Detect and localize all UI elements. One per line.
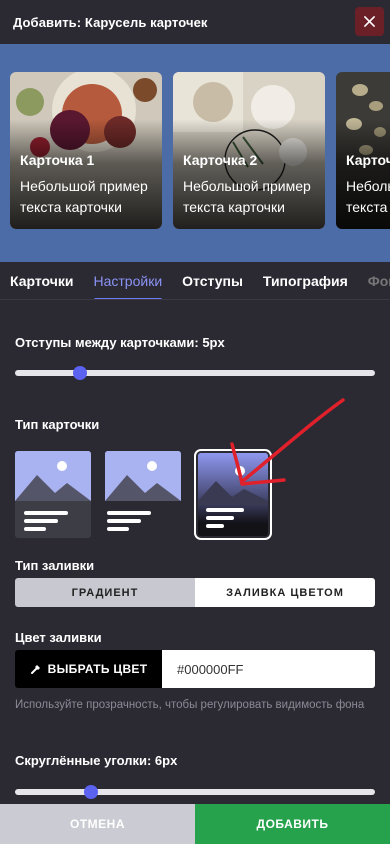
add-button[interactable]: ДОБАВИТЬ [195,804,390,844]
radius-slider[interactable] [15,785,375,799]
carousel-card[interactable]: Карточка 1 Небольшой пример текста карто… [10,72,162,229]
card-text: Небольшой пример текста карточки [183,178,311,215]
card-text: Небольшой пример текста карточки [20,178,148,215]
carousel-preview: Карточка 1 Небольшой пример текста карто… [0,44,390,262]
card-type-option-1[interactable] [15,451,91,538]
fill-type-toggle: ГРАДИЕНТ ЗАЛИВКА ЦВЕТОМ [15,578,375,607]
dialog-footer: ОТМЕНА ДОБАВИТЬ [0,804,390,844]
pick-color-label: ВЫБРАТЬ ЦВЕТ [47,662,148,676]
color-picker-row: ВЫБРАТЬ ЦВЕТ [15,650,375,688]
card-text: Небольшой пример текста карточки [346,178,390,215]
card-title: Карточка 1 [20,152,95,168]
dialog-header: Добавить: Карусель карточек [0,0,390,44]
tab-background[interactable]: Фон [358,262,390,299]
transparency-hint: Используйте прозрачность, чтобы регулиро… [15,699,365,711]
dialog-title: Добавить: Карусель карточек [13,14,208,30]
close-button[interactable] [355,7,384,36]
carousel-card[interactable]: Карточка 2 Небольшой пример текста карто… [173,72,325,229]
tab-typography[interactable]: Типография [253,262,358,299]
fill-type-label: Тип заливки [15,558,95,573]
card-type-option-2[interactable] [105,451,181,538]
image-placeholder-icon [105,451,181,501]
pick-color-button[interactable]: ВЫБРАТЬ ЦВЕТ [15,650,162,688]
fill-solid-button[interactable]: ЗАЛИВКА ЦВЕТОМ [195,578,375,607]
annotation-arrow-icon [230,398,345,486]
tab-cards[interactable]: Карточки [0,262,84,299]
close-icon [364,16,375,27]
card-type-label: Тип карточки [15,417,100,432]
color-hex-input[interactable] [162,650,375,688]
image-placeholder-icon [15,451,91,501]
eyedropper-icon [30,665,40,674]
cancel-button[interactable]: ОТМЕНА [0,804,195,844]
radius-slider-thumb[interactable] [83,785,98,799]
gap-label: Отступы между карточками: 5px [15,335,225,350]
fill-color-label: Цвет заливки [15,630,102,645]
gap-slider[interactable] [15,366,375,380]
fill-gradient-button[interactable]: ГРАДИЕНТ [15,578,195,607]
tab-spacing[interactable]: Отступы [172,262,253,299]
gap-slider-thumb[interactable] [72,366,87,380]
carousel-card[interactable]: Карточка 3 Небольшой пример текста карто… [336,72,390,229]
tab-settings[interactable]: Настройки [84,262,173,299]
card-title: Карточка 3 [346,152,390,168]
radius-label: Скруглённые уголки: 6px [15,753,178,768]
card-title: Карточка 2 [183,152,258,168]
tab-bar: Карточки Настройки Отступы Типография Фо… [0,262,390,300]
